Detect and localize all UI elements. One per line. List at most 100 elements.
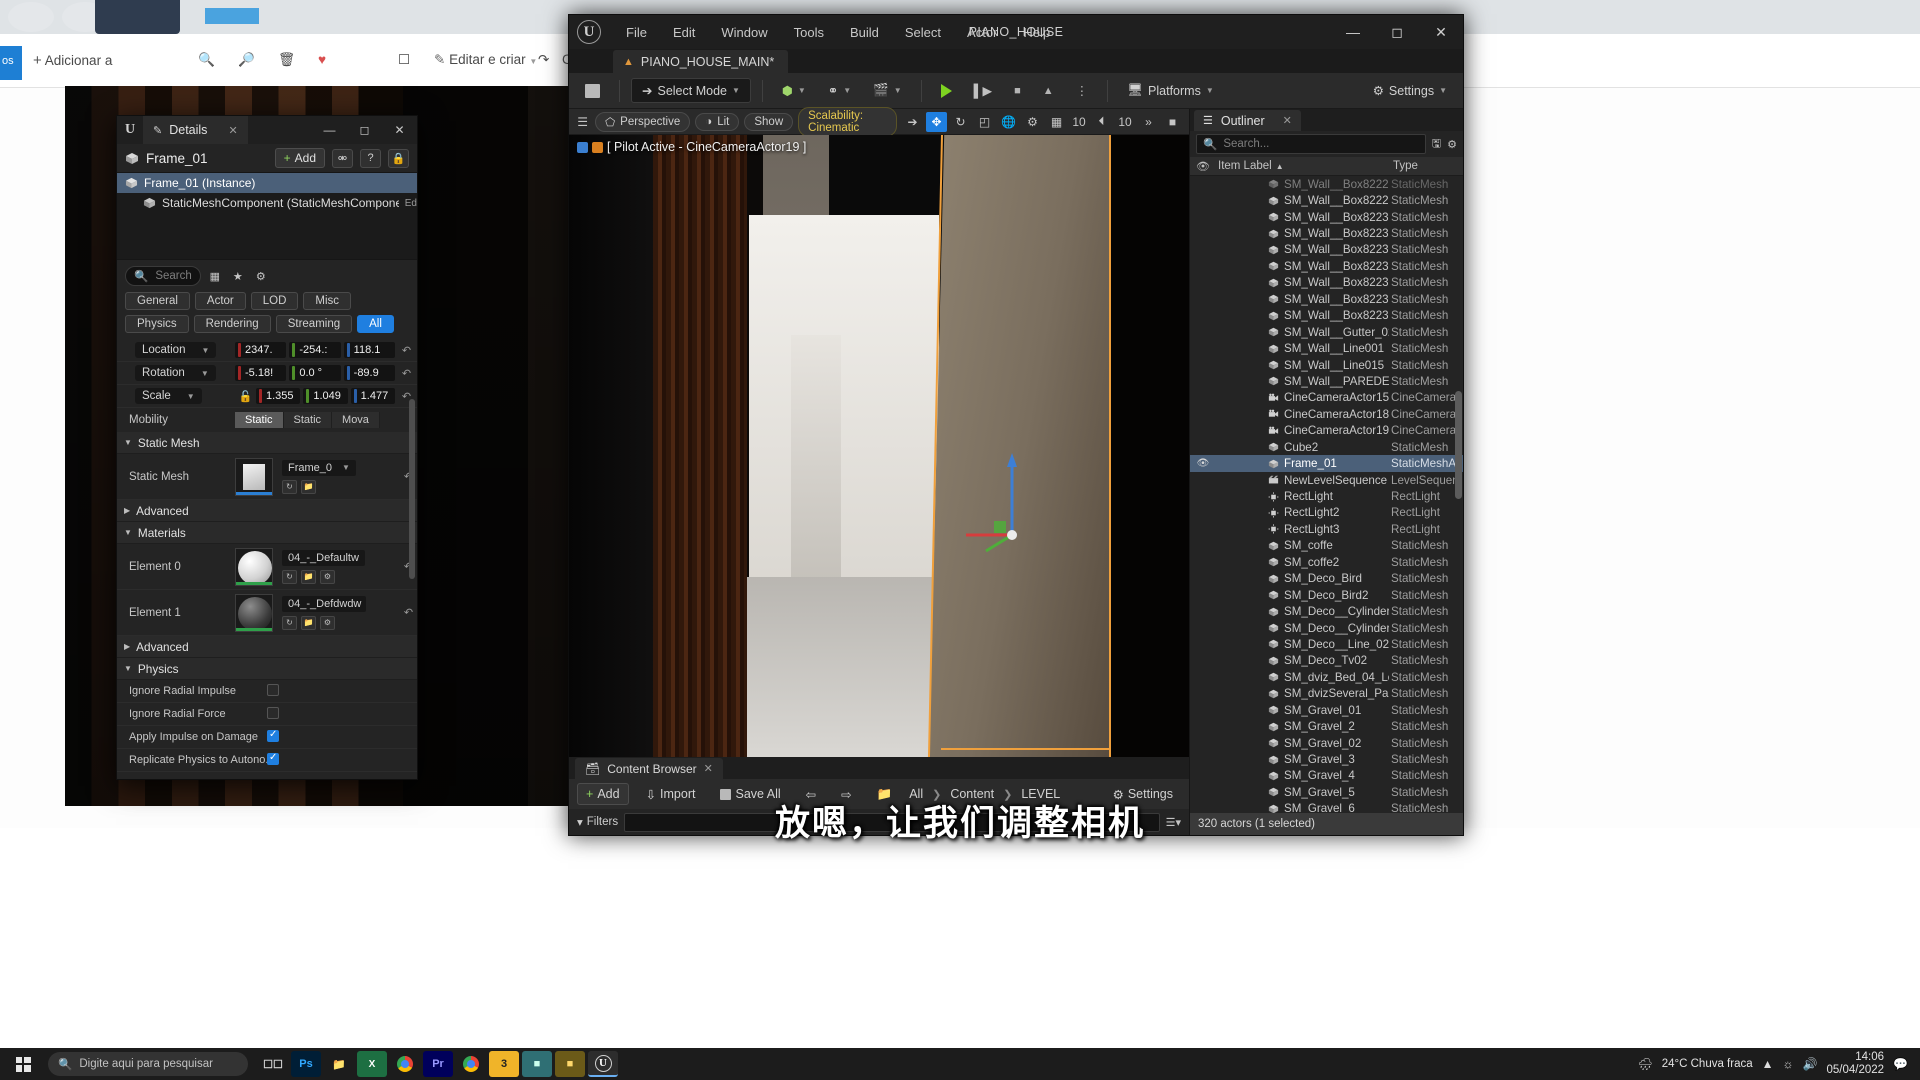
menu-build[interactable]: Build — [837, 21, 892, 44]
details-search-input[interactable]: 🔍 Search — [125, 266, 201, 286]
save-button[interactable] — [577, 80, 608, 102]
eye-icon[interactable]: 👁 — [1190, 160, 1216, 173]
scale-icon[interactable]: ◰ — [974, 112, 995, 132]
close-icon[interactable]: ✕ — [704, 762, 713, 775]
outliner-row[interactable]: SM_Deco_Bird StaticMesh — [1190, 571, 1463, 587]
grid-view-icon[interactable]: ▦ — [206, 267, 224, 285]
menu-window[interactable]: Window — [708, 21, 780, 44]
details-tab[interactable]: ✎ Details ✕ — [143, 116, 248, 144]
task-view-icon[interactable]: ☐☐ — [258, 1051, 288, 1077]
outliner-row[interactable]: SM_Deco__Cylinder027StaticMesh — [1190, 603, 1463, 619]
outliner-row[interactable]: SM_Wall__Line015 StaticMesh — [1190, 357, 1463, 373]
level-viewport[interactable]: [ Pilot Active - CineCameraActor19 ] — [569, 135, 1189, 757]
material-thumbnail[interactable] — [235, 547, 273, 586]
details-properties[interactable]: Location ▼ 2347. -254.: 118.1 ↶ Rotation ▼ — [117, 339, 417, 779]
bg-active-tab[interactable] — [95, 0, 259, 34]
scale-lock-icon[interactable]: 🔓 — [235, 387, 256, 406]
details-help-icon[interactable]: ? — [360, 148, 381, 168]
filter-chip-actor[interactable]: Actor — [194, 292, 246, 310]
snap-icon[interactable]: ⚙ — [1022, 112, 1043, 132]
bg-add-button[interactable]: + Adicionar a — [33, 52, 112, 69]
location-dropdown[interactable]: Location ▼ — [135, 342, 217, 358]
chevron-right-icon[interactable]: » — [1138, 112, 1159, 132]
crop-icon[interactable]: ☐ — [398, 52, 410, 68]
eye-icon[interactable]: 👁 — [1190, 458, 1216, 469]
notification-icon[interactable]: 💬 — [1893, 1057, 1908, 1071]
outliner-row[interactable]: SM_Wall__Box8222862StaticMesh — [1190, 176, 1463, 192]
menu-help[interactable]: Help — [1010, 21, 1063, 44]
outliner-save-icon[interactable]: 🖫 — [1432, 135, 1441, 154]
filter-chip-misc[interactable]: Misc — [303, 292, 352, 310]
physics-checkbox[interactable] — [267, 752, 279, 765]
minimize-button[interactable]: — — [312, 116, 347, 144]
tree-row-component[interactable]: StaticMeshComponent (StaticMeshComponent… — [117, 193, 417, 213]
premiere-icon[interactable]: Pr — [423, 1051, 453, 1077]
excel-icon[interactable]: X — [357, 1051, 387, 1077]
outliner-row[interactable]: SM_Gravel_3 StaticMesh — [1190, 751, 1463, 767]
outliner-row[interactable]: SM_Deco_Tv02 StaticMesh — [1190, 653, 1463, 669]
share-icon[interactable]: ↷ — [538, 52, 549, 68]
world-icon[interactable]: 🌐 — [998, 112, 1019, 132]
material-thumbnail[interactable] — [235, 593, 273, 632]
filter-chip-physics[interactable]: Physics — [125, 315, 189, 333]
location-z-field[interactable]: 118.1 — [343, 342, 395, 358]
mobility-stationary[interactable]: Static — [283, 412, 333, 428]
taskbar-search-input[interactable]: 🔍 Digite aqui para pesquisar — [48, 1052, 248, 1076]
filter-chip-rendering[interactable]: Rendering — [193, 315, 271, 333]
scale-x-field[interactable]: 1.355 — [256, 388, 301, 404]
unreal-icon[interactable]: U — [588, 1051, 618, 1077]
rotate-icon[interactable]: ↻ — [950, 112, 971, 132]
taskbar-clock[interactable]: 14:06 05/04/2022 — [1826, 1051, 1884, 1077]
outliner-row[interactable]: SM_Wall__Box8223042StaticMesh — [1190, 242, 1463, 258]
material-asset-picker[interactable]: 04_-_Defdwdw — [282, 595, 366, 612]
settings-button[interactable]: ⚙ Settings ▼ — [1365, 79, 1455, 102]
outliner-row[interactable]: CineCameraActor19 CineCamera — [1190, 423, 1463, 439]
bg-edit-button[interactable]: ✎ Editar e criar ▼ — [434, 52, 537, 68]
menu-actor[interactable]: Actor — [954, 21, 1010, 44]
show-hidden-icon[interactable]: ▲ — [1762, 1057, 1774, 1071]
trash-icon[interactable]: 🗑 — [278, 52, 295, 68]
perspective-dropdown[interactable]: ⬠ Perspective — [595, 111, 691, 132]
section-advanced-2[interactable]: ▶ Advanced — [117, 636, 417, 658]
windows-start-icon[interactable] — [0, 1048, 46, 1080]
play-button[interactable] — [933, 80, 960, 102]
menu-edit[interactable]: Edit — [660, 21, 708, 44]
rotation-dropdown[interactable]: Rotation ▼ — [135, 365, 216, 381]
select-icon[interactable]: ➔ — [902, 112, 923, 132]
close-button[interactable]: ✕ — [1419, 15, 1463, 49]
mobility-static[interactable]: Static — [235, 412, 284, 428]
gear-icon[interactable]: ⚙ — [252, 267, 270, 285]
outliner-row[interactable]: SM_Wall__Box8223070StaticMesh — [1190, 291, 1463, 307]
details-scrollbar[interactable] — [409, 399, 415, 579]
cinematics-button[interactable]: 🎬 ▼ — [865, 79, 910, 102]
maximize-button[interactable]: ◻ — [1375, 15, 1419, 49]
outliner-row[interactable]: CineCameraActor18 CineCamera — [1190, 406, 1463, 422]
camera-speed-icon[interactable]: ■ — [1162, 112, 1183, 132]
physics-checkbox[interactable] — [267, 729, 279, 742]
eject-button[interactable]: ▲ — [1035, 81, 1062, 101]
outliner-row[interactable]: RectLight3 RectLight — [1190, 521, 1463, 537]
platforms-button[interactable]: 🖥 Platforms ▼ — [1119, 79, 1222, 102]
outliner-row[interactable]: SM_Wall__PAREDE01StaticMesh — [1190, 373, 1463, 389]
outliner-row[interactable]: SM_Gravel_4 StaticMesh — [1190, 768, 1463, 784]
rotation-z-field[interactable]: -89.9 — [343, 365, 395, 381]
section-materials[interactable]: ▼ Materials — [117, 522, 417, 544]
outliner-row[interactable]: SM_Wall__Box8223087StaticMesh — [1190, 308, 1463, 324]
close-button[interactable]: ✕ — [382, 116, 417, 144]
scalability-dropdown[interactable]: Scalability: Cinematic — [798, 106, 897, 137]
outliner-row[interactable]: Cube2 StaticMesh — [1190, 439, 1463, 455]
outliner-search-input[interactable]: 🔍 Search... — [1196, 134, 1426, 154]
outliner-scrollbar[interactable] — [1455, 391, 1462, 499]
menu-tools[interactable]: Tools — [781, 21, 837, 44]
column-type[interactable]: Type — [1389, 160, 1463, 172]
reset-icon[interactable]: ↶ — [400, 606, 417, 619]
volume-icon[interactable]: 🔊 — [1803, 1057, 1818, 1071]
browse-asset-icon[interactable]: ↻ — [282, 569, 297, 584]
outliner-row[interactable]: NewLevelSequence LevelSequen — [1190, 472, 1463, 488]
scale-dropdown[interactable]: Scale ▼ — [135, 388, 202, 404]
close-icon[interactable]: ✕ — [1283, 114, 1292, 127]
outliner-row[interactable]: SM_coffe StaticMesh — [1190, 538, 1463, 554]
outliner-row[interactable]: SM_Wall__Line001 StaticMesh — [1190, 340, 1463, 356]
add-actor-button[interactable]: ⬢ ▼ — [774, 79, 814, 102]
physics-checkbox[interactable] — [267, 683, 279, 696]
